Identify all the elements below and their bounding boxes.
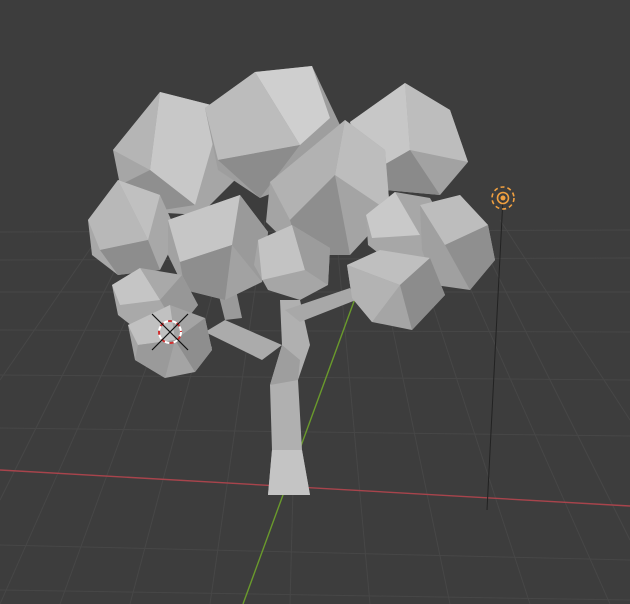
- tree-mesh[interactable]: [88, 66, 495, 495]
- canopy-cluster-lower-right: [347, 250, 445, 330]
- x-axis-line: [0, 469, 630, 507]
- 3d-viewport[interactable]: [0, 0, 630, 604]
